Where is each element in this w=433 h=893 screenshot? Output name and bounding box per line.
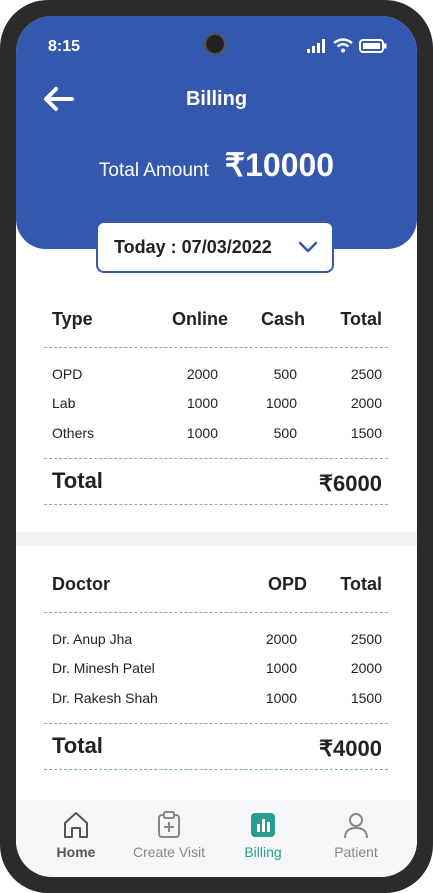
divider — [44, 769, 388, 770]
cell-doctor: Dr. Rakesh Shah — [52, 690, 158, 706]
section-separator — [16, 532, 417, 546]
doctor-table-total: Total ₹4000 — [52, 733, 382, 765]
cell-total: 2000 — [350, 660, 382, 676]
signal-icon — [307, 38, 325, 53]
cell-online: 2000 — [186, 366, 218, 382]
status-time: 8:15 — [48, 38, 81, 55]
cell-type: Others — [52, 425, 95, 441]
nav-patient[interactable]: Patient — [306, 810, 406, 860]
battery-icon — [359, 38, 387, 53]
user-icon — [344, 813, 368, 839]
home-icon — [64, 812, 88, 838]
total-amount-label: Total Amount — [98, 160, 209, 181]
table-row: Dr. Anup Jha 2000 2500 — [52, 631, 382, 655]
cell-cash: 1000 — [265, 395, 297, 411]
cell-total: 1500 — [350, 425, 382, 441]
cell-online: 1000 — [186, 425, 218, 441]
divider — [44, 723, 388, 724]
cell-online: 1000 — [186, 395, 218, 411]
total-label: Total — [52, 733, 103, 758]
cell-cash: 500 — [273, 425, 297, 441]
col-total: Total — [340, 574, 382, 594]
divider — [44, 458, 388, 459]
nav-home[interactable]: Home — [26, 810, 126, 860]
cell-total: 1500 — [350, 690, 382, 706]
wifi-icon — [333, 38, 353, 53]
total-label: Total — [52, 468, 103, 493]
nav-home-label: Home — [56, 844, 96, 860]
total-amount: Total Amount ₹10000 — [16, 146, 417, 184]
col-opd: OPD — [268, 574, 308, 594]
page-title: Billing — [185, 88, 248, 110]
bar-chart-icon — [251, 813, 275, 837]
type-table-header: Type Online Cash Total — [52, 309, 382, 333]
nav-create-visit[interactable]: Create Visit — [119, 810, 219, 860]
cell-total: 2500 — [350, 631, 382, 647]
col-type: Type — [52, 309, 93, 329]
divider — [44, 504, 388, 505]
cell-opd: 1000 — [265, 660, 297, 676]
date-selector[interactable]: Today : 07/03/2022 — [96, 221, 334, 273]
header: 8:15 Billing Total Amount ₹10000 — [16, 16, 417, 249]
date-selector-label: Today : 07/03/2022 — [114, 236, 272, 257]
phone-frame: 8:15 Billing Total Amount ₹10000 Today:… — [0, 0, 433, 893]
divider — [44, 612, 388, 613]
cell-total: 2000 — [350, 395, 382, 411]
cell-doctor: Dr. Anup Jha — [52, 631, 133, 647]
col-doctor: Doctor — [52, 574, 110, 594]
col-online: Online — [172, 309, 229, 329]
divider — [44, 347, 388, 348]
total-amount-value: ₹10000 — [224, 147, 335, 183]
cell-total: 2500 — [350, 366, 382, 382]
table-row: Dr. Minesh Patel 1000 2000 — [52, 660, 382, 684]
total-value: ₹6000 — [319, 471, 382, 496]
col-total: Total — [340, 309, 382, 329]
table-row: Others 1000 500 1500 — [52, 425, 382, 449]
type-table-total: Total ₹6000 — [52, 468, 382, 500]
chevron-down-icon — [298, 241, 318, 253]
camera-icon — [204, 33, 226, 55]
cell-cash: 500 — [273, 366, 297, 382]
table-row: OPD 2000 500 2500 — [52, 366, 382, 390]
cell-doctor: Dr. Minesh Patel — [52, 660, 155, 676]
total-value: ₹4000 — [319, 736, 382, 761]
col-cash: Cash — [261, 309, 306, 329]
bottom-nav: Home Create Visit Billing Patient — [16, 800, 417, 877]
app-screen: 8:15 Billing Total Amount ₹10000 Today:… — [16, 16, 417, 877]
cell-opd: 1000 — [265, 690, 297, 706]
table-row: Lab 1000 1000 2000 — [52, 395, 382, 419]
nav-billing-label: Billing — [244, 844, 282, 860]
nav-create-visit-label: Create Visit — [132, 844, 206, 860]
cell-opd: 2000 — [265, 631, 297, 647]
table-row: Dr. Rakesh Shah 1000 1500 — [52, 690, 382, 714]
status-icons — [307, 38, 387, 53]
clipboard-plus-icon — [158, 811, 180, 838]
nav-billing[interactable]: Billing — [213, 810, 313, 860]
nav-patient-label: Patient — [334, 844, 378, 860]
doctor-table-header: Doctor OPD Total — [52, 574, 382, 598]
cell-type: Lab — [52, 395, 76, 411]
cell-type: OPD — [52, 366, 83, 382]
